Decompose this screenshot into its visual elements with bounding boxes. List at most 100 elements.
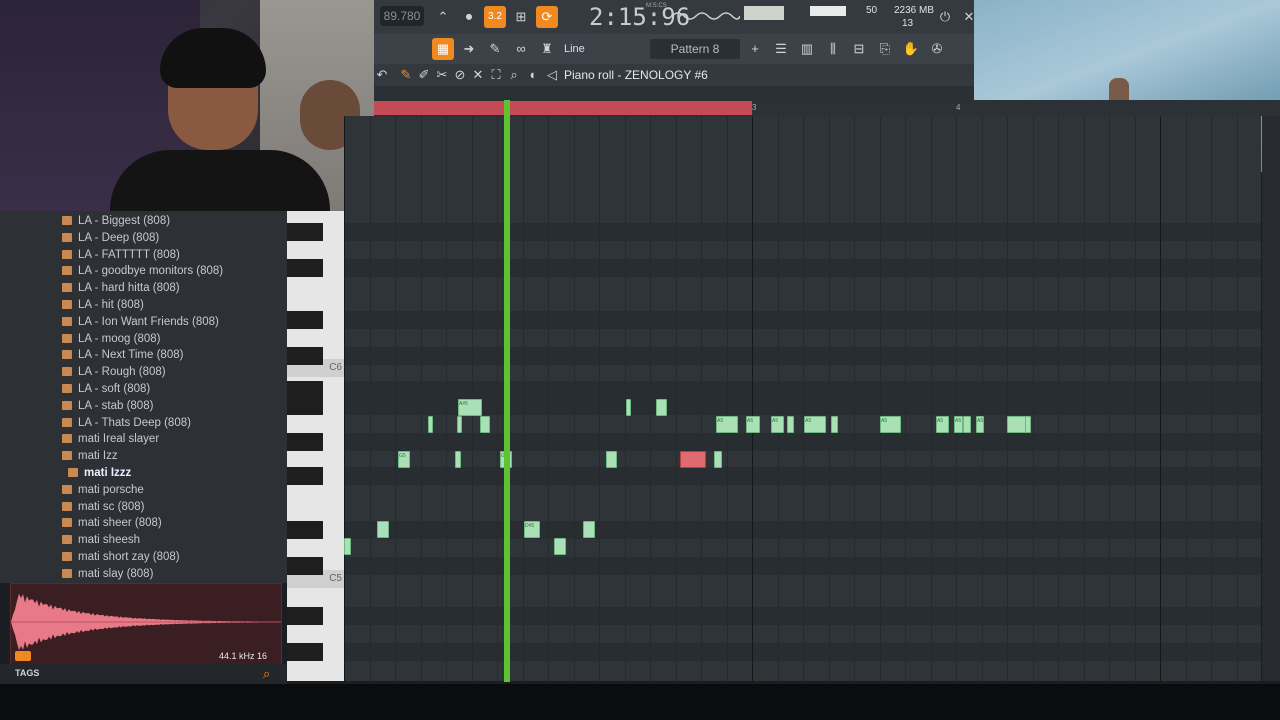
midi-note[interactable]	[714, 451, 722, 468]
black-key[interactable]	[287, 607, 323, 625]
browser-item[interactable]: mati porsche	[62, 482, 144, 498]
snap-select[interactable]: Line	[564, 39, 630, 59]
midi-note[interactable]	[656, 399, 667, 416]
plugin-icon[interactable]: ⎘	[874, 38, 896, 60]
black-key[interactable]	[287, 433, 323, 451]
loop-record-icon[interactable]: ⟳	[536, 6, 558, 28]
midi-note[interactable]	[554, 538, 566, 555]
draw-tool-icon[interactable]: ✎	[398, 64, 414, 86]
midi-note[interactable]: A5	[976, 416, 984, 433]
select-tool-icon[interactable]: ⛶	[488, 64, 504, 86]
browser-item[interactable]: LA - Deep (808)	[62, 230, 159, 246]
browser-item[interactable]: LA - stab (808)	[62, 398, 153, 414]
paint-tool-icon[interactable]: ✐	[416, 64, 432, 86]
midi-note[interactable]	[626, 399, 631, 416]
stamp-icon[interactable]: ♜	[536, 38, 558, 60]
arrow-icon[interactable]: ➜	[458, 38, 480, 60]
play-preview-icon[interactable]	[15, 651, 31, 661]
black-key[interactable]	[287, 557, 323, 575]
wait-record-icon[interactable]: ⏺	[458, 6, 480, 28]
midi-note[interactable]	[606, 451, 617, 468]
midi-note[interactable]: A5	[880, 416, 901, 433]
browser-item[interactable]: mati Izz	[62, 448, 118, 464]
pencil-icon[interactable]: ✎	[484, 38, 506, 60]
browser-icon[interactable]: ⊟	[848, 38, 870, 60]
black-key[interactable]	[287, 397, 323, 415]
piano-keyboard[interactable]: C6 C5	[287, 211, 344, 681]
midi-note[interactable]	[377, 521, 389, 538]
reset-icon[interactable]: ⏻	[934, 6, 956, 28]
midi-note[interactable]: D#5	[524, 521, 540, 538]
touch-icon[interactable]: ✋	[900, 38, 922, 60]
black-key[interactable]	[287, 223, 323, 241]
black-key[interactable]	[287, 521, 323, 539]
pattern-select[interactable]: Pattern 8	[650, 39, 740, 59]
playhead[interactable]	[504, 100, 510, 682]
midi-note[interactable]: A5	[936, 416, 949, 433]
browser-item[interactable]: mati Ireal slayer	[62, 431, 159, 447]
browser-item[interactable]: mati slay (808)	[62, 566, 153, 582]
search-icon[interactable]: ⌕	[263, 666, 270, 682]
piano-roll-icon[interactable]: ▦	[432, 38, 454, 60]
midi-note[interactable]	[455, 451, 461, 468]
browser-item[interactable]: LA - hard hitta (808)	[62, 280, 180, 296]
step-edit-icon[interactable]: ⊞	[510, 6, 532, 28]
midi-note[interactable]: A5	[804, 416, 826, 433]
tempo-display[interactable]: 89.780	[380, 6, 424, 26]
black-key[interactable]	[287, 259, 323, 277]
black-key[interactable]	[287, 643, 323, 661]
delete-tool-icon[interactable]: ✂	[434, 64, 450, 86]
browser-item[interactable]: mati short zay (808)	[62, 549, 180, 565]
black-key[interactable]	[287, 311, 323, 329]
black-key[interactable]	[287, 467, 323, 485]
note-grid[interactable]: A#5A5A5A5A5A5A5A5A5G5G5D#5	[344, 116, 1261, 681]
midi-note[interactable]	[428, 416, 433, 433]
browser-item[interactable]: mati Izzz	[68, 465, 131, 481]
midi-note[interactable]: A#5	[458, 399, 482, 416]
add-pattern-icon[interactable]: +	[744, 38, 766, 60]
speaker-icon[interactable]: ◁	[544, 64, 560, 86]
slice-tool-icon[interactable]: ✕	[470, 64, 486, 86]
browser-item[interactable]: mati sheer (808)	[62, 515, 162, 531]
browser-item[interactable]: LA - Thats Deep (808)	[62, 415, 191, 431]
browser-item[interactable]: LA - Biggest (808)	[62, 213, 170, 229]
browser-item[interactable]: LA - goodbye monitors (808)	[62, 263, 223, 279]
mixer-icon[interactable]: ⫼	[822, 38, 844, 60]
midi-note[interactable]: A5	[771, 416, 784, 433]
midi-note[interactable]	[480, 416, 490, 433]
midi-note[interactable]	[583, 521, 595, 538]
browser-item[interactable]: LA - Rough (808)	[62, 364, 166, 380]
black-key[interactable]	[287, 347, 323, 365]
menu-arrow-icon[interactable]: ↶	[374, 64, 390, 86]
browser-item[interactable]: LA - moog (808)	[62, 331, 160, 347]
playback-tool-icon[interactable]: ◖	[524, 64, 540, 86]
midi-note[interactable]	[344, 538, 351, 555]
midi-note[interactable]: A5	[716, 416, 738, 433]
midi-note[interactable]	[680, 451, 706, 468]
midi-note[interactable]	[457, 416, 462, 433]
midi-note[interactable]: G5	[398, 451, 410, 468]
midi-note[interactable]: A5	[954, 416, 963, 433]
channel-rack-icon[interactable]: ▥	[796, 38, 818, 60]
playlist-icon[interactable]: ☰	[770, 38, 792, 60]
vertical-scrollbar[interactable]	[1262, 116, 1280, 681]
midi-note[interactable]	[963, 416, 971, 433]
midi-note[interactable]	[831, 416, 838, 433]
metronome-icon[interactable]: ⌃	[432, 6, 454, 28]
help-icon[interactable]: ✇	[926, 38, 948, 60]
midi-note[interactable]	[1025, 416, 1031, 433]
browser-item[interactable]: mati sc (808)	[62, 499, 144, 515]
sample-preview[interactable]: 44.1 kHz 16	[10, 583, 282, 665]
browser-item[interactable]: LA - hit (808)	[62, 297, 144, 313]
loop-region[interactable]	[374, 101, 752, 115]
mute-tool-icon[interactable]: ⊘	[452, 64, 468, 86]
browser-item[interactable]: LA - Ion Want Friends (808)	[62, 314, 219, 330]
browser-item[interactable]: mati sheesh	[62, 532, 140, 548]
browser-item[interactable]: LA - soft (808)	[62, 381, 150, 397]
browser-item[interactable]: LA - Next Time (808)	[62, 347, 183, 363]
link-icon[interactable]: ∞	[510, 38, 532, 60]
zoom-tool-icon[interactable]: ⌕	[506, 64, 522, 86]
midi-note[interactable]	[787, 416, 794, 433]
countdown-button[interactable]: 3.2	[484, 6, 506, 28]
browser-item[interactable]: LA - FATTTTT (808)	[62, 247, 180, 263]
